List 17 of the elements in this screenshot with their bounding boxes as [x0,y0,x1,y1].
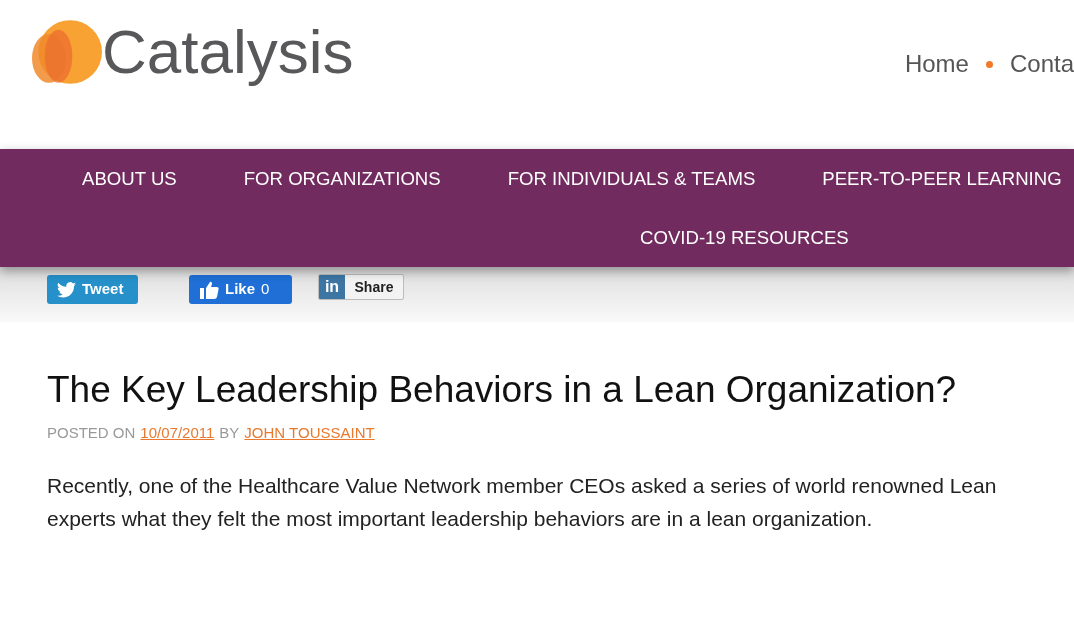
main-nav-link[interactable]: FOR INDIVIDUALS & TEAMS [507,149,756,208]
overlapping-circles-icon [32,20,102,84]
bird-icon [57,281,76,298]
meta-label: BY [219,423,240,443]
main-nav-link[interactable]: PEER-TO-PEER LEARNING [822,149,1062,208]
like-button[interactable]: Like 0 [189,275,292,304]
top-nav-link[interactable]: Home [904,48,969,80]
share-button[interactable]: in Share [318,274,404,300]
article-body: Recently, one of the Healthcare Value Network member CEOs asked a series of world renowned Lean experts what they felt the most important leadership behaviors are in a lean organization. [47,472,998,532]
meta-label: POSTED ON [47,423,136,443]
top-nav-link[interactable]: Conta [1009,48,1074,80]
main-nav-link[interactable]: ABOUT US [82,149,177,208]
thumbs-up-icon [200,280,219,299]
main-nav-link[interactable]: COVID-19 RESOURCES [640,208,849,267]
article-title: The Key Leadership Behaviors in a Lean Organization? [47,368,958,412]
tweet-button[interactable]: Tweet [47,275,138,304]
main-nav-link[interactable]: FOR ORGANIZATIONS [243,149,441,208]
